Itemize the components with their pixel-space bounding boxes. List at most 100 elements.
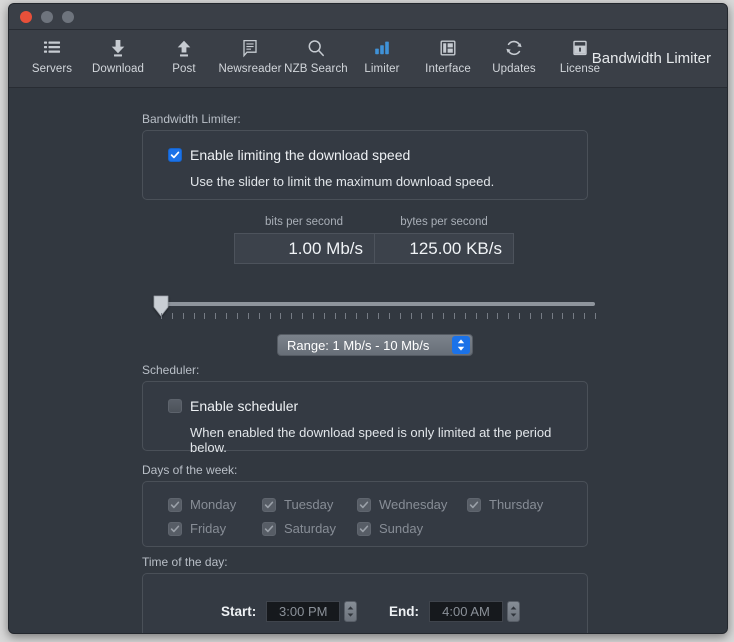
toolbar-item-newsreader[interactable]: Newsreader	[217, 30, 283, 75]
bits-per-second-value: 1.00 Mb/s	[234, 233, 374, 264]
bandwidth-limiter-group-label: Bandwidth Limiter:	[142, 112, 241, 126]
toolbar-title: Bandwidth Limiter	[591, 50, 711, 67]
range-popup-button[interactable]: Range: 1 Mb/s - 10 Mb/s	[277, 334, 473, 356]
slider-tick	[443, 313, 445, 319]
bandwidth-limiter-group: Bandwidth Limiter: Enable limiting the d…	[142, 112, 588, 200]
start-time-label: Start:	[221, 604, 257, 619]
slider-tick	[453, 313, 455, 319]
end-time-stepper[interactable]	[507, 601, 520, 622]
toolbar-item-interface[interactable]: Interface	[415, 30, 481, 75]
start-time-field[interactable]: 3:00 PM	[266, 601, 341, 622]
slider-tick	[258, 313, 260, 319]
minimize-button[interactable]	[41, 11, 53, 23]
slider-tick	[280, 313, 282, 319]
slider-tick	[388, 313, 390, 319]
preferences-toolbar: Servers Download Post Newsreader NZB Sea…	[9, 30, 727, 88]
toolbar-item-updates[interactable]: Updates	[481, 30, 547, 75]
slider-tick	[540, 313, 542, 319]
day-checkbox	[168, 521, 182, 536]
slider-tick	[367, 313, 369, 319]
day-checkbox-row: Friday	[168, 521, 262, 536]
day-checkbox-row: Thursday	[467, 497, 577, 512]
preferences-content: Bandwidth Limiter: Enable limiting the d…	[9, 88, 727, 633]
bytes-per-second-value: 125.00 KB/s	[374, 233, 514, 264]
slider-tick	[161, 313, 162, 319]
scheduler-group: Scheduler: Enable scheduler When enabled…	[142, 363, 588, 455]
slider-tick	[204, 313, 206, 319]
time-of-day-group: Time of the day: Start: 3:00 PM End: 4:0…	[142, 555, 588, 633]
slider-tick	[562, 313, 564, 319]
slider-tick	[486, 313, 488, 319]
slider-tick	[345, 313, 347, 319]
slider-tick	[551, 313, 553, 319]
slider-tick	[497, 313, 499, 319]
enable-limiting-row[interactable]: Enable limiting the download speed	[168, 147, 587, 163]
enable-limiting-label: Enable limiting the download speed	[190, 147, 411, 163]
toolbar-item-label: Download	[92, 63, 144, 75]
slider-tick	[226, 313, 228, 319]
slider-tick	[312, 313, 314, 319]
day-checkbox	[467, 497, 481, 512]
day-checkbox	[168, 497, 182, 512]
slider-tick	[519, 313, 521, 319]
start-time-row: Start: 3:00 PM	[221, 601, 358, 622]
slider-tick	[595, 313, 596, 319]
window-panes-icon	[438, 36, 458, 60]
slider-track[interactable]	[161, 302, 595, 306]
bits-per-second-caption: bits per second	[265, 216, 343, 228]
slider-tick	[171, 313, 173, 319]
toolbar-item-nzb-search[interactable]: NZB Search	[283, 30, 349, 75]
toolbar-item-download[interactable]: Download	[85, 30, 151, 75]
enable-scheduler-row[interactable]: Enable scheduler	[168, 398, 587, 414]
end-time-field[interactable]: 4:00 AM	[429, 601, 503, 622]
end-time-label: End:	[389, 604, 419, 619]
toolbar-item-label: Interface	[425, 63, 471, 75]
range-popup-label: Range: 1 Mb/s - 10 Mb/s	[287, 337, 430, 353]
days-of-week-group-label: Days of the week:	[142, 463, 238, 477]
days-grid: Monday Tuesday Wednesday Thursday Friday Satu…	[168, 497, 577, 536]
day-checkbox-label: Friday	[190, 521, 227, 536]
day-checkbox-row: Saturday	[262, 521, 357, 536]
close-button[interactable]	[20, 11, 32, 23]
day-checkbox-row: Sunday	[357, 521, 467, 536]
days-of-week-panel: Monday Tuesday Wednesday Thursday Friday Satu…	[142, 481, 588, 547]
enable-limiting-checkbox[interactable]	[168, 148, 182, 162]
time-of-day-group-label: Time of the day:	[142, 555, 228, 569]
toolbar-item-label: Post	[172, 63, 196, 75]
slider-tick	[584, 313, 586, 319]
bytes-per-second-readout: bytes per second 125.00 KB/s	[374, 216, 514, 264]
toolbar-item-servers[interactable]: Servers	[19, 30, 85, 75]
slider-tick	[236, 313, 238, 319]
bandwidth-limiter-panel: Enable limiting the download speed Use t…	[142, 130, 588, 200]
bandwidth-slider[interactable]	[153, 293, 596, 329]
slider-tick	[464, 313, 466, 319]
toolbar-item-label: Limiter	[364, 63, 400, 75]
enable-scheduler-checkbox[interactable]	[168, 399, 182, 413]
document-icon	[240, 36, 260, 60]
end-time-row: End: 4:00 AM	[389, 601, 520, 622]
slider-tick	[475, 313, 477, 319]
slider-tick	[529, 313, 531, 319]
slider-tick	[356, 313, 358, 319]
servers-list-icon	[42, 36, 62, 60]
upload-arrow-icon	[174, 36, 194, 60]
time-of-day-panel: Start: 3:00 PM End: 4:00 AM	[142, 573, 588, 633]
slider-tick	[421, 313, 423, 319]
slider-tick	[215, 313, 217, 319]
scheduler-help-text: When enabled the download speed is only …	[190, 425, 552, 455]
download-arrow-icon	[108, 36, 128, 60]
slider-tick	[193, 313, 195, 319]
slider-tick	[410, 313, 412, 319]
start-time-stepper[interactable]	[344, 601, 358, 622]
toolbar-item-limiter[interactable]: Limiter	[349, 30, 415, 75]
zoom-button[interactable]	[62, 11, 74, 23]
day-checkbox-row: Wednesday	[357, 497, 467, 512]
title-bar	[9, 4, 727, 30]
day-checkbox-label: Monday	[190, 497, 237, 512]
toolbar-item-post[interactable]: Post	[151, 30, 217, 75]
magnifier-icon	[306, 36, 326, 60]
day-checkbox-label: Thursday	[489, 497, 544, 512]
slider-tick	[302, 313, 304, 319]
bar-chart-icon	[372, 36, 392, 60]
range-stepper-icon[interactable]	[452, 336, 470, 354]
